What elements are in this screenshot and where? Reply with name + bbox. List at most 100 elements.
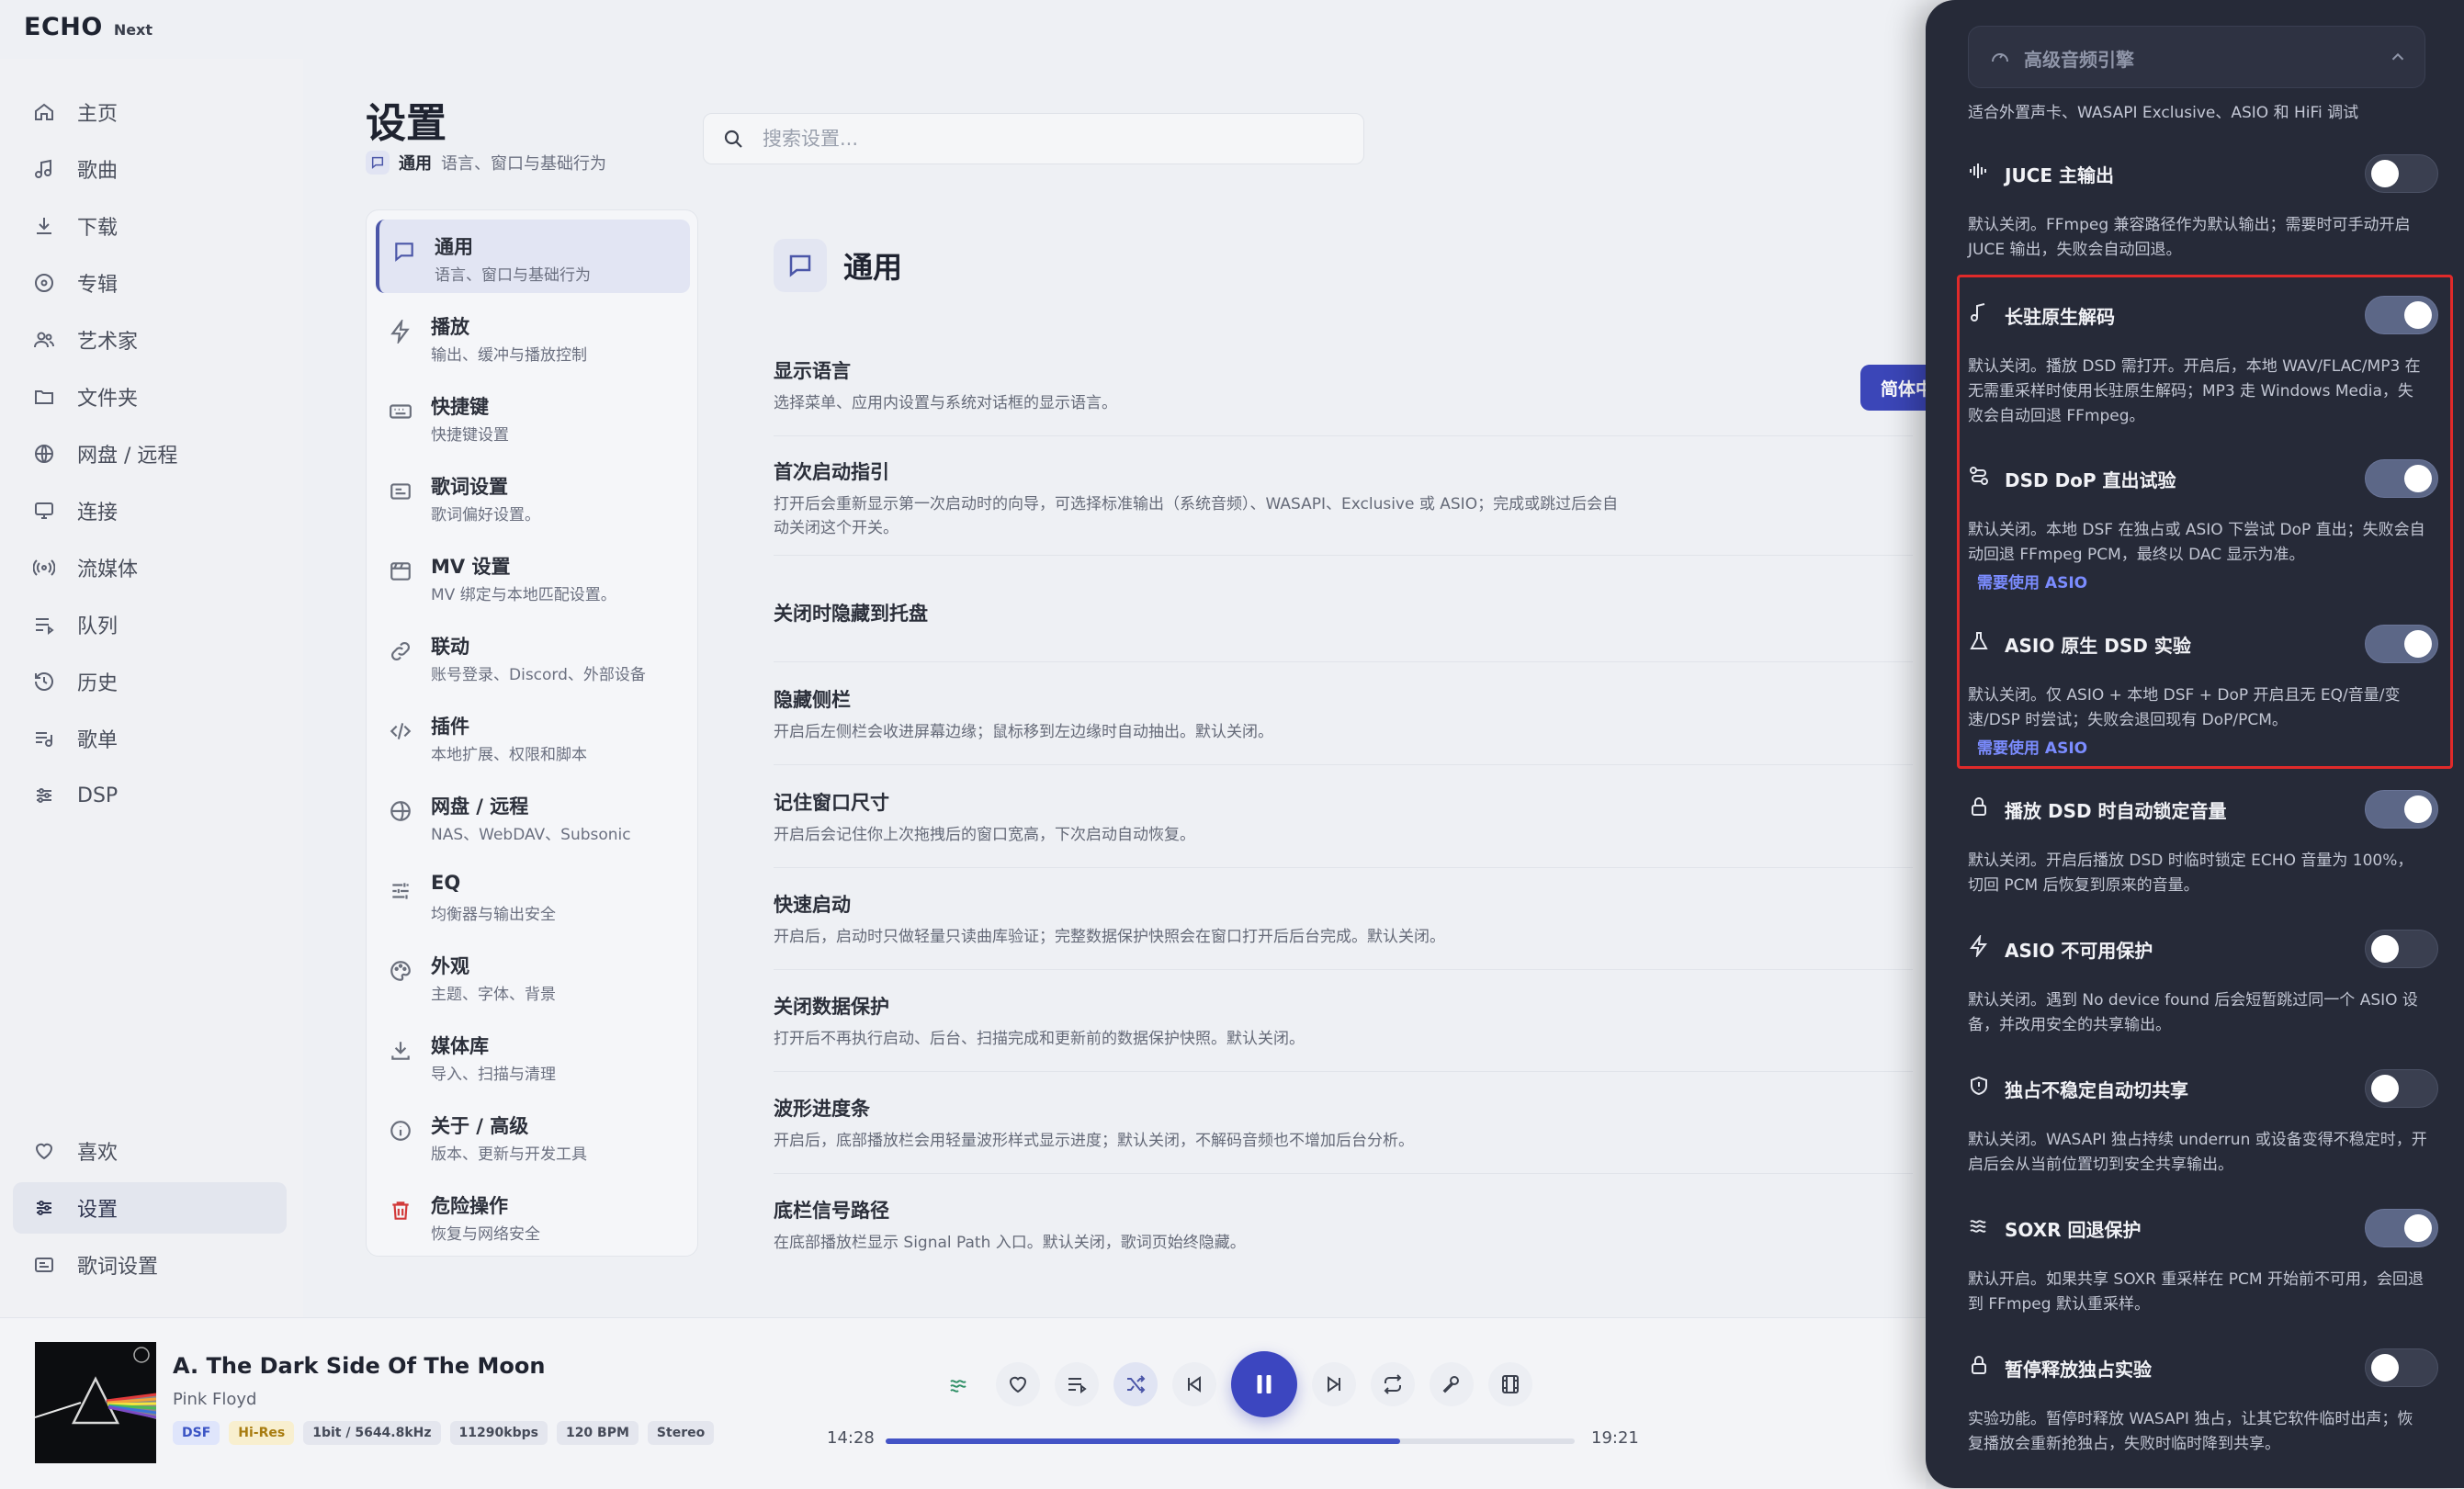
category-title: 网盘 / 远程 <box>431 795 529 818</box>
category-title: 外观 <box>431 955 469 977</box>
category-shortcuts[interactable]: 快捷键 快捷键设置 <box>376 379 686 453</box>
folder-icon <box>33 386 55 408</box>
sidebar-item-label: 历史 <box>77 672 119 695</box>
sidebar-item-label: 专辑 <box>77 274 119 297</box>
setting-desc: 打开后不再执行启动、后台、扫描完成和更新前的数据保护快照。默认关闭。 <box>774 1030 1305 1048</box>
sidebar-item-label: 队列 <box>77 615 119 638</box>
drawer-header[interactable]: 高级音频引擎 <box>1968 26 2425 88</box>
category-lyrics[interactable]: 歌词设置 歌词偏好设置。 <box>376 459 686 533</box>
category-about[interactable]: 关于 / 高级 版本、更新与开发工具 <box>376 1099 686 1172</box>
album-cover[interactable] <box>35 1342 156 1463</box>
category-eq[interactable]: EQ 均衡器与输出安全 <box>376 859 686 932</box>
settings-sliders-icon <box>33 1197 55 1219</box>
option-title: 长驻原生解码 <box>2005 306 2115 328</box>
music-note-icon <box>33 158 55 180</box>
category-mv[interactable]: MV 设置 MV 绑定与本地匹配设置。 <box>376 539 686 613</box>
sidebar-item-label: 下载 <box>77 217 119 240</box>
category-danger[interactable]: 危险操作 恢复与网络安全 <box>376 1179 686 1252</box>
sidebar-item-label: 连接 <box>77 502 119 525</box>
asio-protection-toggle[interactable] <box>2365 930 2438 968</box>
sidebar-item-artists[interactable]: 艺术家 <box>13 314 287 366</box>
shuffle-button[interactable] <box>1113 1362 1158 1406</box>
category-plugins[interactable]: 插件 本地扩展、权限和脚本 <box>376 699 686 773</box>
settings-search[interactable] <box>703 113 1364 164</box>
like-button[interactable] <box>996 1362 1040 1406</box>
sidebar-item-settings[interactable]: 设置 <box>13 1182 287 1234</box>
soxr-fallback-toggle[interactable] <box>2365 1209 2438 1247</box>
setting-desc: 在底部播放栏显示 Signal Path 入口。默认关闭，歌词页始终隐藏。 <box>774 1234 1246 1252</box>
download-icon <box>33 215 55 237</box>
sidebar-item-downloads[interactable]: 下载 <box>13 200 287 252</box>
category-title: 通用 <box>435 236 473 258</box>
lyrics-button[interactable] <box>1430 1362 1474 1406</box>
mv-button[interactable] <box>1488 1362 1532 1406</box>
sidebar-item-streaming[interactable]: 流媒体 <box>13 542 287 593</box>
sidebar-item-label: 网盘 / 远程 <box>77 445 178 468</box>
track-artist[interactable]: Pink Floyd <box>173 1390 256 1409</box>
next-button[interactable] <box>1312 1362 1356 1406</box>
sidebar-item-albums[interactable]: 专辑 <box>13 257 287 309</box>
category-title: EQ <box>431 872 461 894</box>
chevron-up-icon[interactable] <box>2388 47 2408 67</box>
option-desc: 默认关闭。本地 DSF 在独占或 ASIO 下尝试 DoP 直出；失败会自动回退… <box>1968 521 2425 564</box>
dsd-volume-lock-toggle[interactable] <box>2365 790 2438 829</box>
sidebar-item-queue[interactable]: 队列 <box>13 599 287 650</box>
heart-icon <box>1007 1373 1029 1395</box>
option-title: SOXR 回退保护 <box>2005 1219 2142 1241</box>
progress-slider[interactable] <box>886 1438 1575 1444</box>
queue-button[interactable] <box>1055 1362 1099 1406</box>
sidebar-item-home[interactable]: 主页 <box>13 86 287 138</box>
gauge-icon <box>1989 46 2011 68</box>
setting-title: 关闭数据保护 <box>774 996 889 1018</box>
sidebar-item-lyrics-settings[interactable]: 歌词设置 <box>13 1239 287 1291</box>
language-select-button[interactable]: 简体中文 <box>1860 365 1934 411</box>
bolt-icon <box>1968 935 1990 957</box>
native-decode-toggle[interactable] <box>2365 296 2438 334</box>
juce-output-toggle[interactable] <box>2365 154 2438 193</box>
repeat-button[interactable] <box>1371 1362 1415 1406</box>
category-playback[interactable]: 播放 输出、缓冲与播放控制 <box>376 299 686 373</box>
category-remote[interactable]: 网盘 / 远程 NAS、WebDAV、Subsonic <box>376 779 686 852</box>
search-input[interactable] <box>761 127 1316 151</box>
info-icon <box>389 1119 413 1143</box>
setting-title: 波形进度条 <box>774 1098 870 1120</box>
setting-title: 首次启动指引 <box>774 461 889 483</box>
album-icon <box>33 272 55 294</box>
option-title: DSD DoP 直出试验 <box>2005 469 2176 491</box>
sidebar-item-songs[interactable]: 歌曲 <box>13 143 287 195</box>
pause-button[interactable] <box>1231 1351 1297 1417</box>
sidebar-item-favorites[interactable]: 喜欢 <box>13 1125 287 1177</box>
palette-icon <box>389 959 413 983</box>
sidebar-item-connect[interactable]: 连接 <box>13 485 287 536</box>
previous-button[interactable] <box>1172 1362 1216 1406</box>
sidebar-item-folders[interactable]: 文件夹 <box>13 371 287 423</box>
app-logo: ECHO <box>24 13 103 41</box>
category-integration[interactable]: 联动 账号登录、Discord、外部设备 <box>376 619 686 693</box>
option-soxr-fallback: SOXR 回退保护 默认开启。如果共享 SOXR 重采样在 PCM 开始前不可用… <box>1968 1205 2438 1317</box>
sidebar-item-dsp[interactable]: DSP <box>13 770 287 821</box>
asio-native-dsd-toggle[interactable] <box>2365 625 2438 663</box>
pause-release-toggle[interactable] <box>2365 1348 2438 1387</box>
exclusive-fallback-toggle[interactable] <box>2365 1069 2438 1108</box>
breadcrumb-title: 通用 <box>399 154 432 174</box>
sidebar-item-label: DSP <box>77 784 119 807</box>
category-title: 联动 <box>431 636 469 658</box>
category-appearance[interactable]: 外观 主题、字体、背景 <box>376 939 686 1012</box>
pause-icon <box>1250 1371 1278 1398</box>
track-title[interactable]: A. The Dark Side Of The Moon <box>173 1353 545 1379</box>
sidebar-item-playlists[interactable]: 歌单 <box>13 713 287 764</box>
sidebar-item-label: 艺术家 <box>77 331 139 354</box>
film-icon <box>389 559 413 583</box>
drawer-title: 高级音频引擎 <box>2024 49 2134 71</box>
sidebar-item-remote[interactable]: 网盘 / 远程 <box>13 428 287 479</box>
dsd-dop-toggle[interactable] <box>2365 459 2438 498</box>
shield-icon <box>1968 1075 1990 1097</box>
setting-title: 显示语言 <box>774 360 851 382</box>
sidebar-item-history[interactable]: 历史 <box>13 656 287 707</box>
category-general[interactable]: 通用 语言、窗口与基础行为 <box>376 220 690 293</box>
eq-button[interactable] <box>937 1362 981 1406</box>
category-library[interactable]: 媒体库 导入、扫描与清理 <box>376 1019 686 1092</box>
sidebar-item-label: 歌词设置 <box>77 1256 159 1279</box>
chat-icon <box>366 151 390 175</box>
skip-back-icon <box>1183 1373 1205 1395</box>
